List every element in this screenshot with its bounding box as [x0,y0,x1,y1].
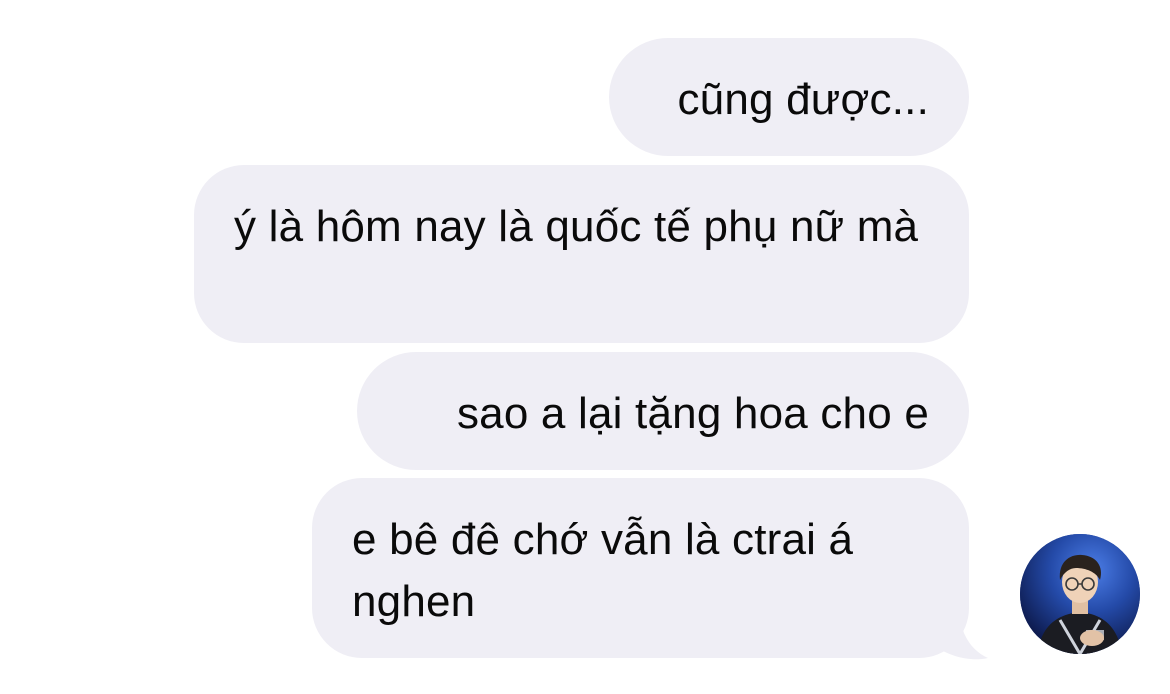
message-bubble[interactable]: e bê đê chớ vẫn là ctrai á nghen [312,478,969,658]
message-bubble[interactable]: sao a lại tặng hoa cho e [357,352,969,470]
message-text: cũng được... [677,75,929,124]
user-photo-icon [1020,534,1140,654]
message-text: ý là hôm nay là quốc tế phụ nữ mà [234,202,919,251]
message-thread: cũng được... ý là hôm nay là quốc tế phụ… [0,0,1170,694]
message-bubble[interactable]: ý là hôm nay là quốc tế phụ nữ mà [194,165,969,343]
message-text: sao a lại tặng hoa cho e [456,389,929,438]
avatar[interactable] [1020,534,1140,654]
message-bubble[interactable]: cũng được... [609,38,969,156]
message-text: e bê đê chớ vẫn là ctrai á nghen [352,515,854,626]
bubble-tail-icon [930,612,988,660]
